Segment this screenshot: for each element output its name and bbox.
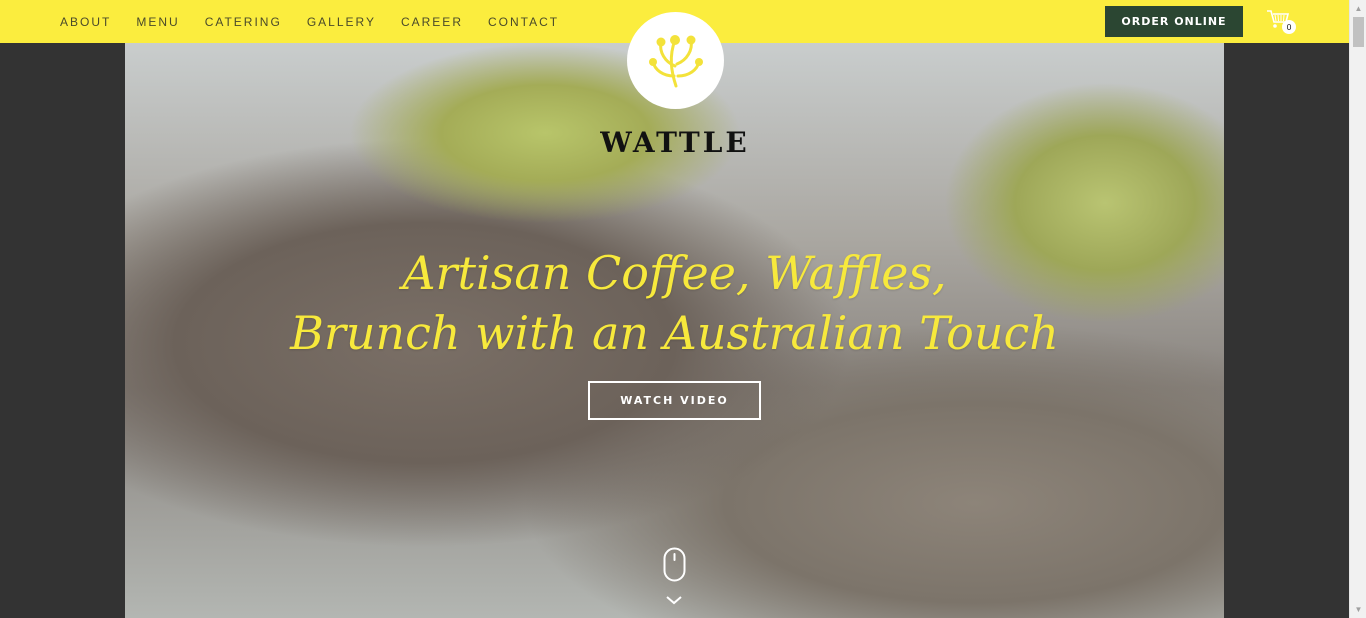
mouse-icon[interactable]: [663, 547, 686, 582]
scroll-down-arrow[interactable]: ▼: [1350, 601, 1366, 618]
nav-career[interactable]: CAREER: [401, 15, 463, 29]
watch-video-button[interactable]: WATCH VIDEO: [588, 381, 761, 420]
nav-about[interactable]: ABOUT: [60, 15, 111, 29]
chevron-down-icon[interactable]: [665, 594, 683, 606]
cart-button[interactable]: 0: [1266, 8, 1296, 34]
order-online-button[interactable]: ORDER ONLINE: [1105, 6, 1243, 37]
nav-menu[interactable]: MENU: [136, 15, 179, 29]
scroll-up-arrow[interactable]: ▲: [1350, 0, 1366, 17]
page-scrollbar[interactable]: ▲ ▼: [1349, 0, 1366, 618]
nav-catering[interactable]: CATERING: [205, 15, 282, 29]
nav-gallery[interactable]: GALLERY: [307, 15, 376, 29]
hero-headline-line1: Artisan Coffee, Waffles,: [402, 246, 947, 300]
main-nav: ABOUT MENU CATERING GALLERY CAREER CONTA…: [60, 0, 584, 43]
scroll-thumb[interactable]: [1353, 17, 1364, 47]
cart-count-badge: 0: [1282, 20, 1296, 34]
brand-name: WATTLE: [600, 126, 750, 159]
hero-headline-line2: Brunch with an Australian Touch: [290, 306, 1059, 360]
wattle-logo-icon: [648, 34, 703, 87]
nav-contact[interactable]: CONTACT: [488, 15, 559, 29]
logo[interactable]: [627, 12, 724, 109]
